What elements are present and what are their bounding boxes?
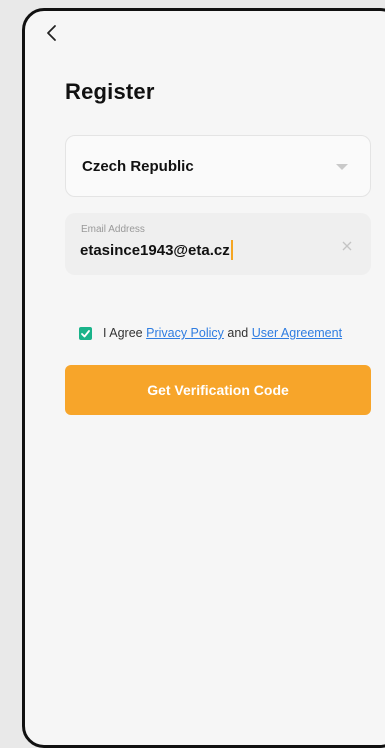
text-cursor — [230, 240, 233, 260]
checkmark-icon — [81, 329, 90, 337]
close-icon[interactable] — [341, 239, 353, 251]
page-title: Register — [65, 79, 155, 104]
country-value: Czech Republic — [82, 158, 194, 175]
user-agreement-link[interactable]: User Agreement — [252, 326, 342, 340]
caret-down-icon — [336, 164, 348, 170]
phone-screen: Register Czech Republic Email Address I … — [22, 8, 385, 748]
email-label: Email Address — [81, 224, 145, 235]
agree-text: I Agree — [103, 326, 143, 340]
email-input[interactable] — [80, 242, 310, 259]
agreement-row: I Agree Privacy Policy and User Agreemen… — [79, 323, 342, 343]
agree-checkbox[interactable] — [79, 326, 92, 340]
country-select[interactable]: Czech Republic — [65, 135, 371, 197]
back-button[interactable] — [45, 23, 63, 45]
get-verification-code-button[interactable]: Get Verification Code — [65, 365, 371, 415]
privacy-policy-link[interactable]: Privacy Policy — [146, 326, 224, 340]
agree-conjunction: and — [227, 326, 249, 340]
chevron-left-icon — [47, 25, 56, 41]
email-field[interactable]: Email Address — [65, 213, 371, 275]
